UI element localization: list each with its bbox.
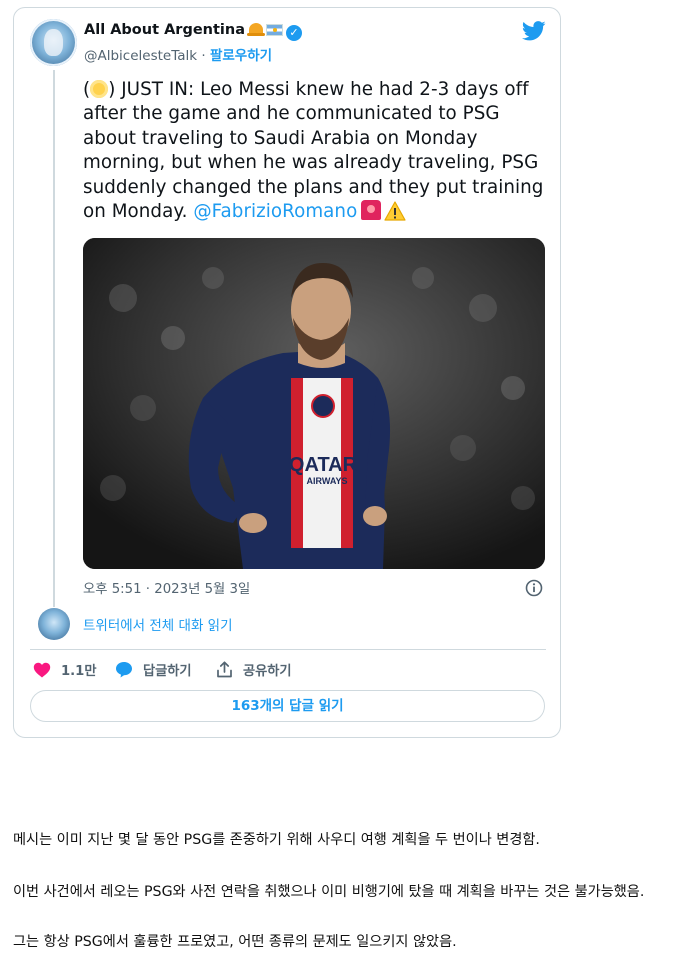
tweet-photo[interactable]: QATAR AIRWAYS xyxy=(83,238,545,569)
heart-icon xyxy=(33,662,51,677)
share-icon xyxy=(217,661,232,678)
author-name-row[interactable]: All About Argentina ✓ xyxy=(84,22,302,41)
twitter-bird-icon[interactable] xyxy=(522,21,546,41)
read-conversation-link[interactable]: 트위터에서 전체 대화 읽기 xyxy=(83,614,233,634)
siren-emoji-icon xyxy=(361,200,382,221)
info-icon[interactable] xyxy=(525,579,543,597)
body-paragraph-3: 그는 항상 PSG에서 훌륭한 프로였고, 어떤 종류의 문제도 일으키지 않았… xyxy=(13,934,457,950)
handle-row: @AlbicelesteTalk · 팔로우하기 xyxy=(84,44,272,64)
tweet-meta: 오후 5:51 · 2023년 5월 3일 xyxy=(83,578,250,597)
body-paragraph-1: 메시는 이미 지난 몇 달 동안 PSG를 존중하기 위해 사우디 여행 계획을… xyxy=(13,832,540,848)
tweet-time[interactable]: 오후 5:51 xyxy=(83,582,142,597)
sun-emoji-icon xyxy=(90,80,109,98)
share-action[interactable]: 공유하기 xyxy=(216,660,292,679)
author-avatar[interactable] xyxy=(30,19,77,66)
like-action[interactable]: 1.1만 xyxy=(33,660,97,679)
reply-bubble-icon xyxy=(116,662,132,678)
small-author-avatar[interactable] xyxy=(38,608,70,640)
argentina-flag-icon xyxy=(266,24,283,36)
author-handle[interactable]: @AlbicelesteTalk xyxy=(84,48,197,64)
reply-label: 답글하기 xyxy=(143,664,192,679)
likes-count: 1.1만 xyxy=(61,664,97,679)
jersey-sponsor-line1: QATAR xyxy=(289,454,358,476)
warning-emoji-icon xyxy=(384,201,406,221)
author-name[interactable]: All About Argentina xyxy=(84,22,245,38)
verified-badge-icon: ✓ xyxy=(286,25,302,41)
follow-button[interactable]: 팔로우하기 xyxy=(210,48,272,64)
actions-divider xyxy=(30,649,546,650)
date-separator: · xyxy=(145,582,151,597)
read-replies-button[interactable]: 163개의 답글 읽기 xyxy=(30,690,545,722)
thread-line xyxy=(53,70,55,607)
tweet-date[interactable]: 2023년 5월 3일 xyxy=(154,582,250,597)
handle-separator: · xyxy=(201,48,206,64)
tweet-text-open: ( xyxy=(83,79,91,100)
mention-link[interactable]: @FabrizioRomano xyxy=(193,201,357,222)
photo-illustration: QATAR AIRWAYS xyxy=(83,238,545,569)
reply-action[interactable]: 답글하기 xyxy=(115,660,192,679)
name-badges: ✓ xyxy=(247,23,302,41)
bell-emoji-icon xyxy=(247,23,265,36)
tweet-text: () JUST IN: Leo Messi knew he had 2-3 da… xyxy=(83,78,549,224)
jersey-sponsor-line2: AIRWAYS xyxy=(306,476,347,486)
share-label: 공유하기 xyxy=(243,664,292,679)
body-paragraph-2: 이번 사건에서 레오는 PSG와 사전 연락을 취했으나 이미 비행기에 탔을 … xyxy=(13,884,645,900)
